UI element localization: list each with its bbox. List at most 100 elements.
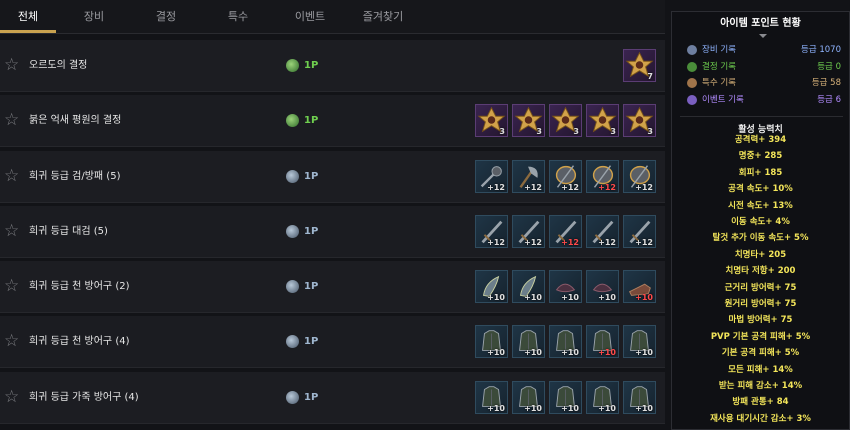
favorite-star-icon[interactable]: ☆ <box>4 333 21 350</box>
item-badge: 7 <box>647 72 653 81</box>
item-slot[interactable]: +12 <box>586 214 619 248</box>
item-slot[interactable]: +10 <box>512 380 545 414</box>
item-slot[interactable]: +12 <box>512 159 545 193</box>
collection-name: 희귀 등급 검/방패 (5) <box>29 170 121 182</box>
item-slot[interactable]: +12 <box>623 159 656 193</box>
tab-favorites[interactable]: 즐겨찾기 <box>350 0 416 34</box>
item-slot[interactable]: 3 <box>475 104 508 138</box>
item-slot[interactable]: +10 <box>475 380 508 414</box>
point-coin-icon <box>286 114 299 128</box>
panel-divider <box>680 116 843 117</box>
item-slot[interactable]: +12 <box>475 214 508 248</box>
item-slot[interactable]: +10 <box>549 325 582 359</box>
item-slot[interactable]: +10 <box>512 270 545 304</box>
category-tabs: 전체 장비 결정 특수 이벤트 즐겨찾기 <box>0 0 665 34</box>
collection-row[interactable]: ☆ 희귀 등급 검/방패 (5) 1P +12 +12 +12 +12 +12 <box>0 150 665 203</box>
item-slot[interactable]: +12 <box>549 159 582 193</box>
item-slot[interactable]: +12 <box>475 159 508 193</box>
tab-equipment[interactable]: 장비 <box>66 0 122 34</box>
item-badge: +10 <box>561 348 579 358</box>
item-slot[interactable]: +10 <box>623 270 656 304</box>
collection-name: 희귀 등급 천 방어구 (2) <box>29 281 130 293</box>
item-points-panel: 아이템 포인트 현황 장비 기록 등급 1070 결정 기록 등급 0 특수 기… <box>671 11 850 430</box>
record-icon <box>687 45 697 55</box>
collection-name: 희귀 등급 가죽 방어구 (4) <box>29 391 139 403</box>
collection-row[interactable]: ☆ 희귀 등급 대검 (5) 1P +12 +12 +12 +12 +12 <box>0 205 665 258</box>
item-slot[interactable]: +10 <box>586 270 619 304</box>
item-badge: +10 <box>635 403 653 413</box>
item-slot[interactable]: 7 <box>623 49 656 82</box>
favorite-star-icon[interactable]: ☆ <box>4 112 21 129</box>
record-value: 등급 6 <box>817 95 841 106</box>
collection-items: +10 +10 +10 +10 +10 <box>475 380 656 415</box>
item-slot[interactable]: 3 <box>623 104 656 138</box>
item-badge: 3 <box>647 127 653 137</box>
collection-name: 붉은 억새 평원의 결정 <box>29 115 122 127</box>
favorite-star-icon[interactable]: ☆ <box>4 278 21 295</box>
record-row: 결정 기록 등급 0 <box>687 59 841 75</box>
tab-special[interactable]: 특수 <box>210 0 266 34</box>
item-slot[interactable]: 3 <box>512 104 545 138</box>
item-badge: +12 <box>598 182 616 192</box>
favorite-star-icon[interactable]: ☆ <box>4 222 21 240</box>
stat-line: 공격 속도+ 10% <box>728 184 793 195</box>
tab-crystal[interactable]: 결정 <box>138 0 194 34</box>
item-slot[interactable]: +10 <box>623 325 656 359</box>
tab-event[interactable]: 이벤트 <box>280 0 340 34</box>
collection-row[interactable]: ☆ 오르도의 결정 1P 7 <box>0 40 665 92</box>
caret-down-icon <box>759 34 767 38</box>
item-badge: +12 <box>487 237 505 247</box>
item-slot[interactable]: +10 <box>512 325 545 359</box>
tab-all[interactable]: 전체 <box>0 0 56 34</box>
item-badge: 3 <box>499 127 505 137</box>
collection-list: ☆ 오르도의 결정 1P 7 ☆ 붉은 억새 평원의 결정 1P 3 3 3 3 3 ☆… <box>0 40 665 427</box>
point-coin-icon <box>286 169 299 183</box>
collection-points: 1P <box>304 391 319 403</box>
item-badge: +12 <box>524 182 542 192</box>
item-slot[interactable]: +12 <box>512 214 545 248</box>
record-icon <box>687 61 697 72</box>
item-badge: +10 <box>635 348 653 358</box>
collection-points: 1P <box>304 336 319 348</box>
item-slot[interactable]: 3 <box>549 104 582 138</box>
item-badge: +10 <box>635 293 653 303</box>
record-row: 장비 기록 등급 1070 <box>687 42 841 58</box>
favorite-star-icon[interactable]: ☆ <box>4 167 21 185</box>
collection-row[interactable]: ☆ 희귀 등급 천 방어구 (4) 1P +10 +10 +10 +10 +10 <box>0 316 665 369</box>
collection-name: 오르도의 결정 <box>29 60 88 71</box>
stat-line: 치명타+ 205 <box>734 249 787 260</box>
stat-line: 받는 피해 감소+ 14% <box>718 381 803 391</box>
item-badge: 3 <box>536 127 542 137</box>
panel-title: 아이템 포인트 현황 <box>720 18 801 29</box>
item-slot[interactable]: 3 <box>586 104 619 138</box>
item-badge: +10 <box>598 348 616 358</box>
item-slot[interactable]: +10 <box>549 270 582 304</box>
favorite-star-icon[interactable]: ☆ <box>4 388 21 406</box>
item-slot[interactable]: +10 <box>475 270 508 304</box>
item-slot[interactable]: +10 <box>623 380 656 414</box>
record-row: 특수 기록 등급 58 <box>687 75 841 91</box>
item-slot[interactable]: +10 <box>586 380 619 414</box>
item-slot[interactable]: +12 <box>623 214 656 248</box>
item-badge: +10 <box>487 293 505 303</box>
collection-row[interactable]: ☆ 희귀 등급 가죽 방어구 (4) 1P +10 +10 +10 +10 +10 <box>0 371 665 424</box>
collection-row[interactable]: ☆ 붉은 억새 평원의 결정 1P 3 3 3 3 3 <box>0 95 665 148</box>
item-slot[interactable]: +10 <box>586 325 619 359</box>
item-badge: +12 <box>524 237 542 247</box>
record-label: 이벤트 기록 <box>702 95 744 106</box>
item-slot[interactable]: +10 <box>475 325 508 359</box>
item-badge: +12 <box>598 237 616 247</box>
point-coin-icon <box>286 335 299 349</box>
stat-line: 탈것 추가 이동 속도+ 5% <box>712 233 809 244</box>
collection-row[interactable]: ☆ 희귀 등급 천 방어구 (2) 1P +10 +10 +10 +10 +10 <box>0 261 665 314</box>
collection-name: 희귀 등급 대검 (5) <box>29 225 108 237</box>
favorite-star-icon[interactable]: ☆ <box>4 57 21 74</box>
item-slot[interactable]: +12 <box>549 214 582 248</box>
item-badge: +10 <box>524 348 542 358</box>
item-badge: +10 <box>598 403 616 413</box>
stat-line: 근거리 방어력+ 75 <box>724 282 797 293</box>
collection-points: 1P <box>304 170 319 182</box>
item-slot[interactable]: +10 <box>549 380 582 414</box>
item-slot[interactable]: +12 <box>586 159 619 193</box>
record-label: 장비 기록 <box>702 45 736 55</box>
